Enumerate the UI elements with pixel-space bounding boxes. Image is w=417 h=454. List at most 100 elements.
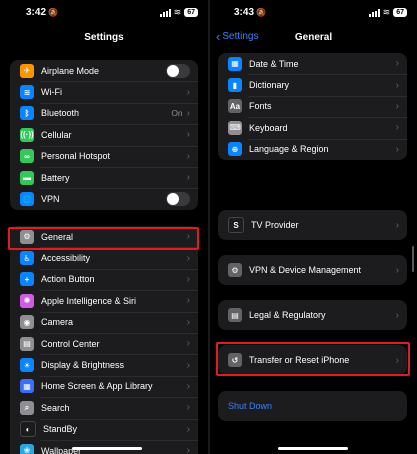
row-label: VPN (41, 194, 60, 205)
highlight-general (8, 227, 199, 250)
chevron-right-icon: › (186, 273, 190, 285)
vpn-icon: 🌐 (20, 192, 34, 207)
mute-bell-icon: 🔕 (256, 8, 266, 17)
row-vpn[interactable]: 🌐 VPN (10, 188, 198, 209)
row-label: Language & Region (249, 144, 329, 155)
signal-icon (159, 8, 171, 17)
chevron-right-icon: › (186, 316, 190, 328)
row-control-center[interactable]: ▤ Control Center › (10, 332, 198, 354)
row-tv-provider[interactable]: S TV Provider › (218, 210, 407, 240)
row-fonts[interactable]: Aa Fonts › (218, 95, 407, 117)
row-display-and-brightness[interactable]: ☀ Display & Brightness › (10, 354, 198, 375)
standby-icon: ◐ (20, 421, 36, 438)
row-label: VPN & Device Management (249, 265, 362, 275)
row-personal-hotspot[interactable]: ∞ Personal Hotspot › (10, 145, 198, 167)
row-accessibility[interactable]: ♿ Accessibility › (10, 247, 198, 268)
row-language-and-region[interactable]: ⊕ Language & Region › (218, 138, 407, 160)
status-time: 3:43 🔕 (234, 7, 266, 18)
siri-icon: ✺ (20, 293, 34, 308)
search-icon: ⌕ (20, 400, 34, 415)
general-screen: 3:43 🔕 ≋ 67 ‹ Settings General ▦ Date & Tim… (210, 0, 417, 454)
nav-bar: Settings (0, 28, 208, 46)
home-indicator (72, 447, 142, 450)
status-time: 3:42 🔕 (26, 7, 58, 18)
row-keyboard[interactable]: ⌨ Keyboard › (218, 117, 407, 138)
row-label: Accessibility (41, 253, 91, 264)
row-action-button[interactable]: + Action Button › (10, 268, 198, 290)
home-screen-icon: ▦ (20, 379, 34, 394)
row-value: On (171, 108, 183, 119)
chevron-right-icon: › (395, 309, 399, 321)
page-title: General (294, 32, 333, 43)
status-bar: 3:43 🔕 ≋ 67 (210, 0, 417, 22)
status-time-text: 3:43 (234, 7, 255, 18)
row-camera[interactable]: ◉ Camera › (10, 311, 198, 333)
status-time-text: 3:42 (26, 7, 47, 18)
toggle-switch[interactable] (166, 63, 190, 78)
scrollbar[interactable] (412, 246, 414, 272)
chevron-right-icon: › (395, 264, 399, 276)
row-label: StandBy (43, 424, 78, 435)
row-wi-fi[interactable]: ≋ Wi-Fi › (10, 81, 198, 102)
chevron-right-icon: › (395, 100, 399, 112)
toggle-switch[interactable] (166, 192, 190, 207)
row-label: Airplane Mode (41, 65, 100, 76)
row-label: Cellular (41, 129, 72, 140)
row-home-screen-and-app-library[interactable]: ▦ Home Screen & App Library › (10, 375, 198, 397)
page-title: Settings (84, 32, 124, 43)
settings-group-connectivity: ✈ Airplane Mode ≋ Wi-Fi › ᛒ Bluetooth On › ((·)) C… (10, 60, 198, 210)
row-airplane-mode[interactable]: ✈ Airplane Mode (10, 60, 198, 81)
row-label: Keyboard (249, 122, 288, 133)
shut-down-label: Shut Down (228, 401, 273, 411)
keyboard-icon: ⌨ (228, 120, 242, 135)
row-cellular[interactable]: ((·)) Cellular › (10, 124, 198, 145)
chevron-right-icon: › (186, 338, 190, 350)
settings-screen: 3:42 🔕 ≋ 67 Settings ✈ Airplane Mode ≋ Wi-Fi… (0, 0, 208, 454)
row-battery[interactable]: ▬ Battery › (10, 166, 198, 188)
row-dictionary[interactable]: ▮ Dictionary › (218, 74, 407, 95)
wallpaper-icon: ❀ (20, 443, 34, 454)
general-group-vpn: ⚙ VPN & Device Management › (218, 255, 407, 285)
row-apple-intelligence-and-siri[interactable]: ✺ Apple Intelligence & Siri › (10, 290, 198, 311)
row-label: Home Screen & App Library (41, 381, 153, 392)
highlight-transfer-reset (216, 342, 410, 376)
cellular-icon: ((·)) (20, 127, 34, 142)
general-group-legal: ▤ Legal & Regulatory › (218, 300, 407, 330)
row-label: Bluetooth (41, 108, 80, 119)
chevron-right-icon: › (186, 359, 190, 371)
row-label: Display & Brightness (41, 360, 125, 371)
row-label: Wi-Fi (41, 87, 62, 98)
wifi-status-icon: ≋ (173, 7, 182, 17)
general-group-tv: S TV Provider › (218, 210, 407, 240)
row-label: Action Button (41, 274, 95, 285)
calendar-icon: ▦ (228, 56, 242, 71)
camera-icon: ◉ (20, 315, 34, 330)
chevron-right-icon: › (186, 445, 190, 454)
chevron-right-icon: › (395, 122, 399, 134)
row-label: Camera (41, 317, 74, 328)
row-label: Search (41, 402, 70, 413)
row-label: Dictionary (249, 80, 290, 91)
chevron-right-icon: › (186, 380, 190, 392)
row-bluetooth[interactable]: ᛒ Bluetooth On › (10, 102, 198, 124)
general-group-shutdown: Shut Down (218, 391, 407, 421)
row-label: Battery (41, 172, 70, 183)
chevron-right-icon: › (186, 129, 190, 141)
row-vpn-and-device-management[interactable]: ⚙ VPN & Device Management › (218, 255, 407, 285)
airplane-icon: ✈ (20, 63, 34, 78)
row-search[interactable]: ⌕ Search › (10, 397, 198, 418)
status-bar: 3:42 🔕 ≋ 67 (0, 0, 208, 22)
row-label: Legal & Regulatory (249, 310, 326, 320)
row-legal-and-regulatory[interactable]: ▤ Legal & Regulatory › (218, 300, 407, 330)
general-group-locale: ▦ Date & Time › ▮ Dictionary › Aa Fonts › ⌨ Keyboa… (218, 53, 407, 160)
shut-down-button[interactable]: Shut Down (218, 391, 407, 421)
legal-icon: ▤ (228, 308, 242, 322)
row-label: Control Center (41, 338, 100, 349)
settings-group-system: ⚙ General › ♿ Accessibility › + Action Button › ✺… (10, 226, 198, 454)
brightness-icon: ☀ (20, 358, 34, 373)
row-label: Personal Hotspot (41, 151, 111, 162)
row-date-and-time[interactable]: ▦ Date & Time › (218, 53, 407, 74)
row-standby[interactable]: ◐ StandBy › (10, 418, 198, 440)
chevron-right-icon: › (186, 402, 190, 414)
globe-icon: ⊕ (228, 142, 242, 157)
